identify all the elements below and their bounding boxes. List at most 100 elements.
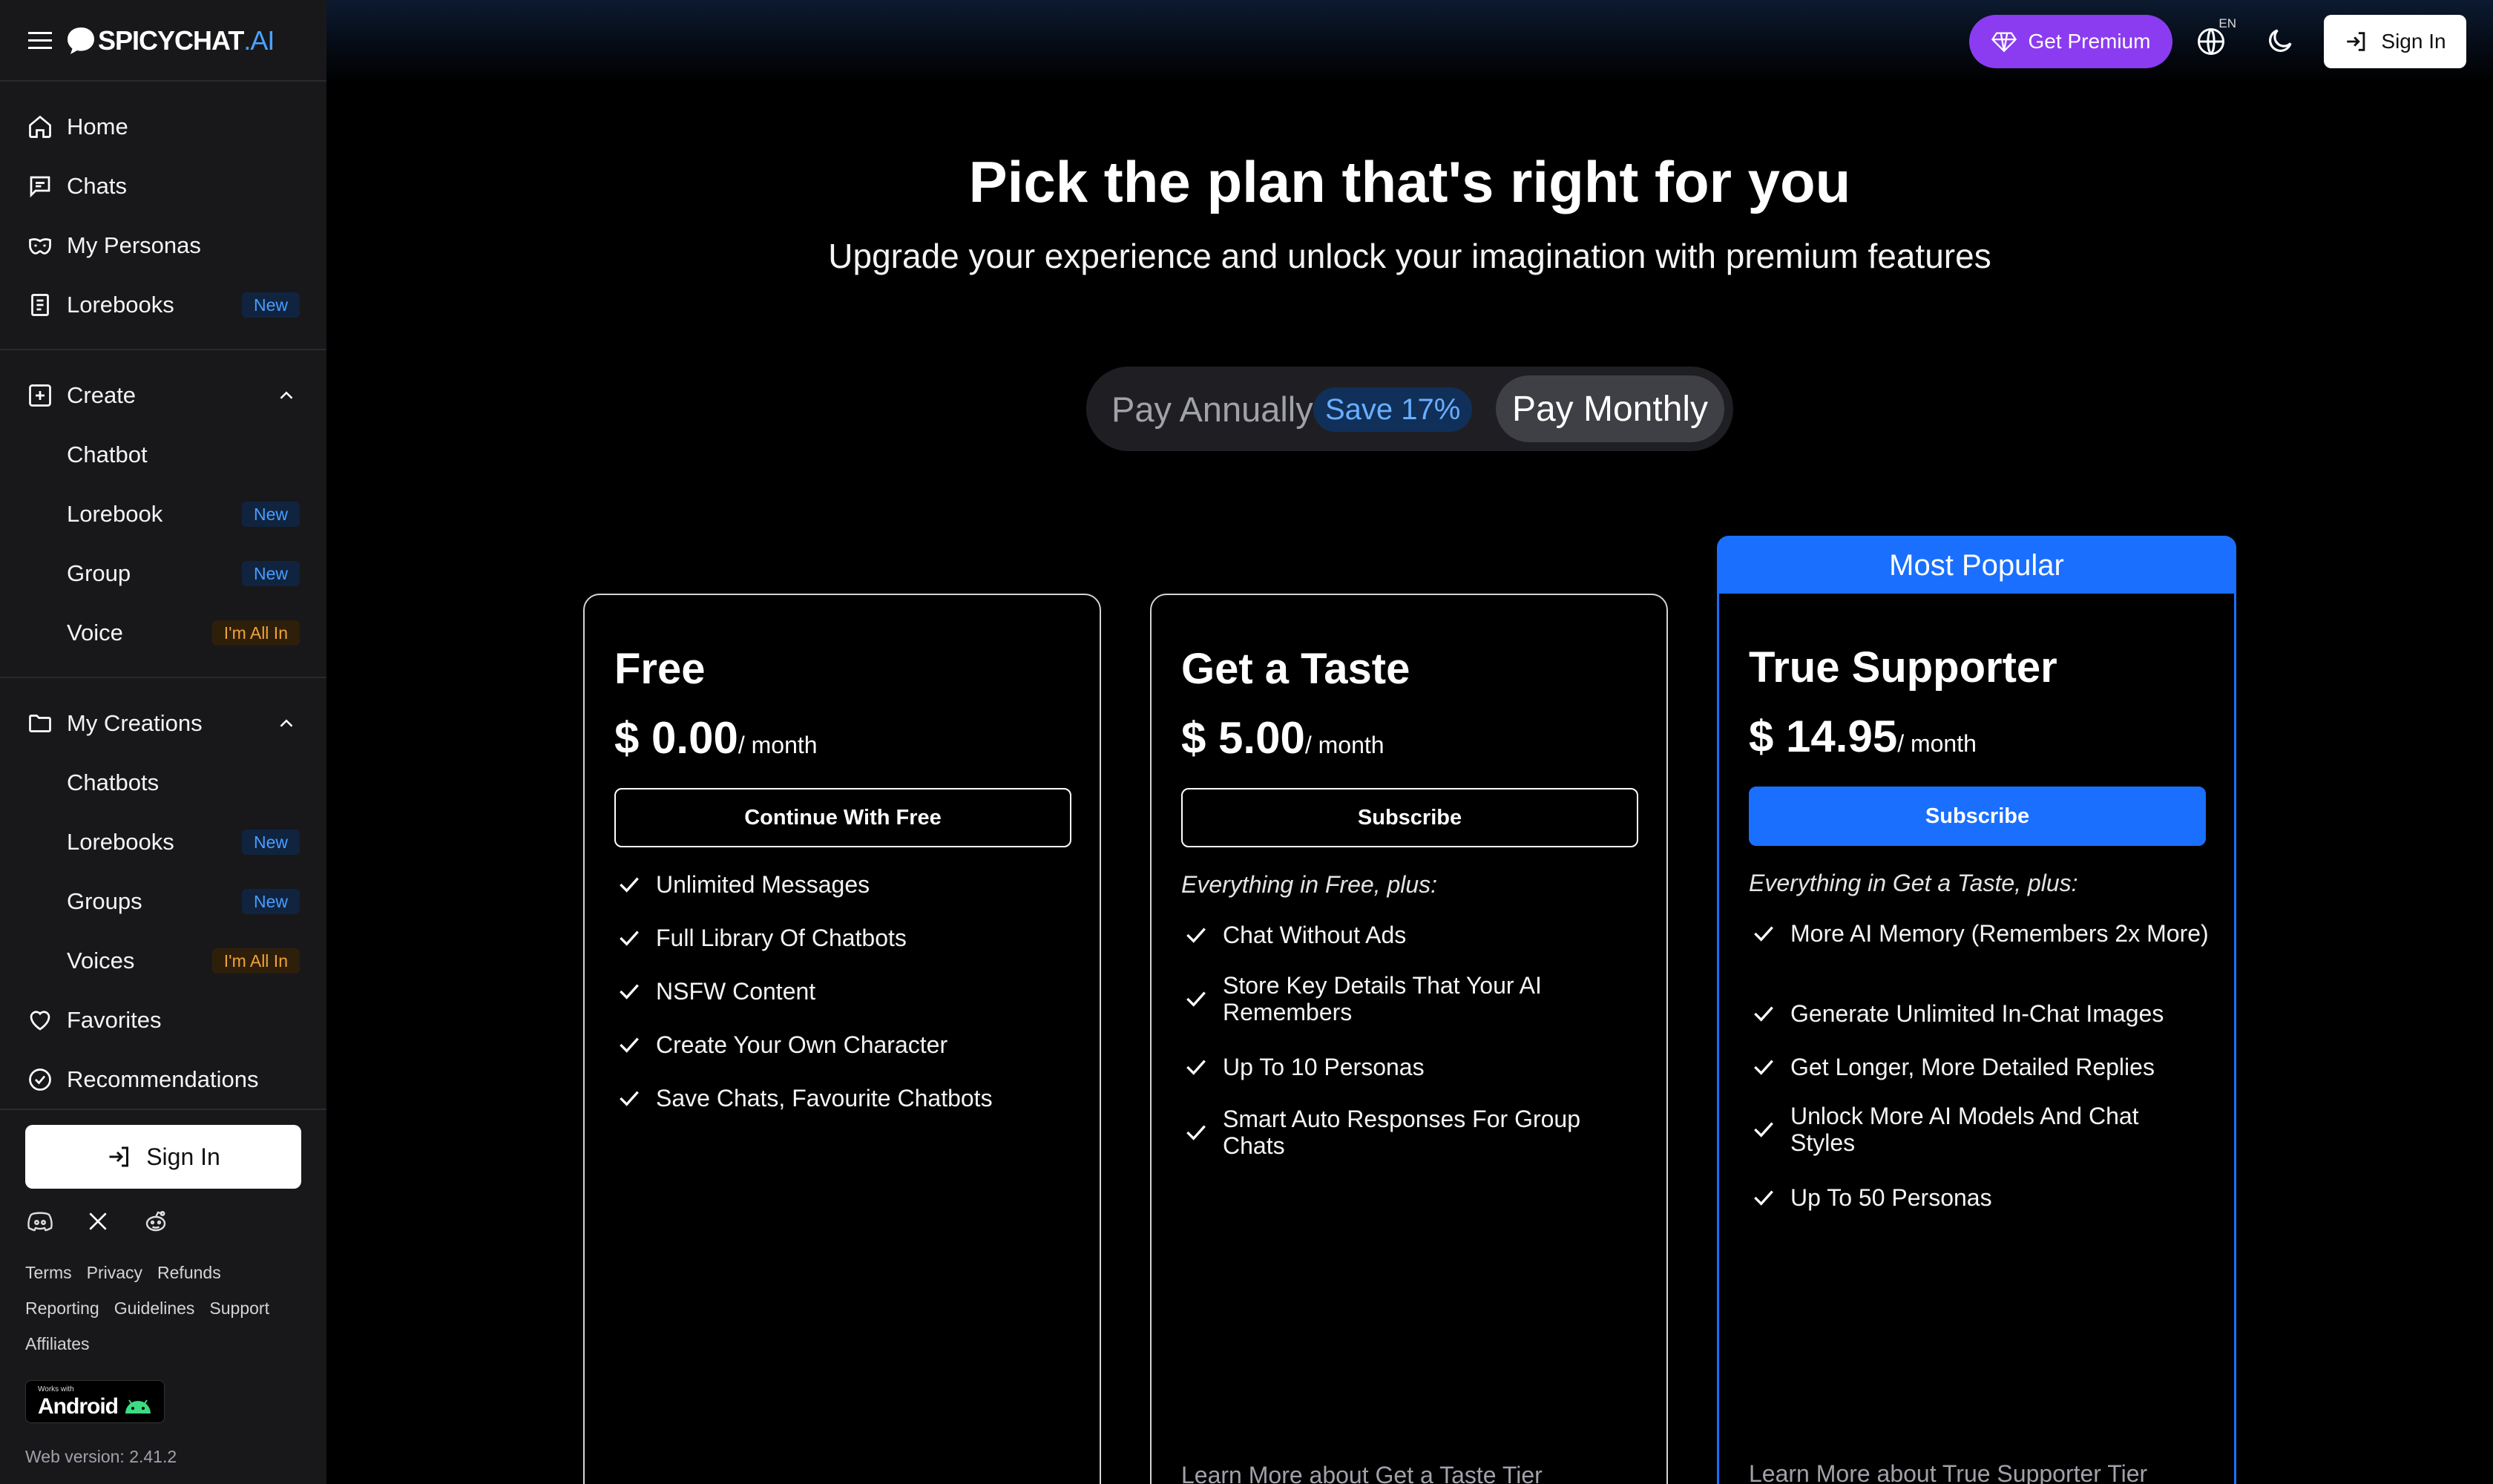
price-period: / month <box>738 732 818 758</box>
sidebar-section-create[interactable]: Create <box>0 370 326 421</box>
plan-name: True Supporter <box>1749 643 2057 692</box>
sidebar-item-chatbots[interactable]: Chatbots <box>0 757 326 809</box>
reddit-icon[interactable] <box>141 1206 171 1236</box>
theme-toggle[interactable] <box>2264 25 2299 59</box>
sidebar-item-group[interactable]: Group New <box>0 548 326 600</box>
language-selector[interactable]: EN <box>2195 16 2236 61</box>
sidebar-item-label: Favorites <box>67 1007 162 1033</box>
sidebar-section-label: My Creations <box>67 710 203 736</box>
all-in-badge: I'm All In <box>211 620 300 646</box>
sidebar-item-label: Lorebook <box>67 501 163 527</box>
menu-icon[interactable] <box>25 26 55 56</box>
sidebar-item-chats[interactable]: Chats <box>0 160 326 212</box>
sidebar-item-lorebooks[interactable]: Lorebooks New <box>0 279 326 331</box>
sidebar-item-label: Chatbot <box>67 441 148 467</box>
sidebar-item-voice[interactable]: Voice I'm All In <box>0 607 326 659</box>
x-twitter-icon[interactable] <box>83 1206 113 1236</box>
chat-bubble-logo-icon <box>68 27 94 54</box>
feature-item: Store Key Details That Your AI Remembers <box>1181 972 1641 1025</box>
header-sign-in-button[interactable]: Sign In <box>2324 15 2466 68</box>
sidebar-sign-in-button[interactable]: Sign In <box>25 1125 301 1189</box>
book-icon <box>25 290 55 320</box>
sidebar-item-personas[interactable]: My Personas <box>0 220 326 272</box>
plan-intro: Everything in Get a Taste, plus: <box>1749 870 2078 896</box>
feature-item: Unlimited Messages <box>614 870 1074 899</box>
chevron-up-icon[interactable] <box>272 709 301 738</box>
android-robot-icon <box>125 1399 151 1414</box>
brand: SPICYCHAT .AI <box>25 24 275 58</box>
check-icon <box>1186 991 1206 1007</box>
check-icon <box>1754 1190 1773 1206</box>
sidebar-item-label: Lorebooks <box>67 829 174 855</box>
new-badge: New <box>241 830 300 855</box>
plan-card-true-supporter: True Supporter $ 14.95/ month Subscribe … <box>1717 594 2236 1484</box>
sidebar-item-groups[interactable]: Groups New <box>0 876 326 928</box>
reporting-link[interactable]: Reporting <box>25 1298 99 1319</box>
sidebar-section-my-creations[interactable]: My Creations <box>0 697 326 749</box>
android-badge[interactable]: Works with Android <box>25 1380 165 1423</box>
feature-item: Up To 50 Personas <box>1749 1183 2209 1212</box>
check-icon <box>1754 1006 1773 1022</box>
feature-item: Full Library Of Chatbots <box>614 923 1074 953</box>
sidebar-item-favorites[interactable]: Favorites <box>0 994 326 1046</box>
sidebar-item-recommendations[interactable]: Recommendations <box>0 1054 326 1106</box>
check-icon <box>620 984 639 999</box>
learn-more-link[interactable]: Learn More about Get a Taste Tier <box>1181 1462 1543 1484</box>
sidebar: SPICYCHAT .AI Home Chats My Personas Lore… <box>0 0 326 1484</box>
price-amount: $ 0.00 <box>614 713 738 763</box>
feature-text: Save Chats, Favourite Chatbots <box>656 1085 993 1112</box>
privacy-link[interactable]: Privacy <box>87 1263 142 1283</box>
pay-monthly-option[interactable]: Pay Monthly <box>1496 375 1724 442</box>
feature-text: More AI Memory (Remembers 2x More) <box>1790 920 2209 947</box>
plan-intro: Everything in Free, plus: <box>1181 871 1438 898</box>
learn-more-link[interactable]: Learn More about True Supporter Tier <box>1749 1460 2147 1484</box>
subscribe-button[interactable]: Subscribe <box>1181 788 1638 847</box>
sign-in-label: Sign In <box>146 1143 220 1170</box>
plan-price: $ 0.00/ month <box>614 712 818 764</box>
logo[interactable]: SPICYCHAT .AI <box>65 25 275 56</box>
affiliates-link[interactable]: Affiliates <box>25 1334 90 1354</box>
heart-icon <box>25 1005 55 1035</box>
feature-item: Smart Auto Responses For Group Chats <box>1181 1106 1641 1159</box>
divider <box>0 349 326 350</box>
footer-links: Affiliates <box>25 1334 90 1354</box>
sidebar-item-chatbot[interactable]: Chatbot <box>0 429 326 481</box>
badge-check-icon <box>25 1065 55 1094</box>
save-badge: Save 17% <box>1313 387 1473 432</box>
feature-text: Chat Without Ads <box>1223 922 1407 948</box>
feature-text: Up To 10 Personas <box>1223 1054 1425 1080</box>
sidebar-item-label: Chats <box>67 173 127 199</box>
chevron-up-icon[interactable] <box>272 381 301 410</box>
sidebar-item-voices[interactable]: Voices I'm All In <box>0 935 326 987</box>
continue-free-button[interactable]: Continue With Free <box>614 788 1071 847</box>
refunds-link[interactable]: Refunds <box>157 1263 221 1283</box>
feature-text: Generate Unlimited In-Chat Images <box>1790 1000 2164 1027</box>
new-badge: New <box>241 292 300 318</box>
language-code: EN <box>2218 16 2236 30</box>
feature-item: Create Your Own Character <box>614 1030 1074 1060</box>
feature-item: Up To 10 Personas <box>1181 1052 1641 1082</box>
sidebar-item-lorebook[interactable]: Lorebook New <box>0 488 326 540</box>
sidebar-item-home[interactable]: Home <box>0 101 326 153</box>
sidebar-item-label: Voices <box>67 948 135 974</box>
folder-icon <box>25 709 55 738</box>
sidebar-item-label: Recommendations <box>67 1066 259 1092</box>
plan-name: Get a Taste <box>1181 645 1410 693</box>
feature-item: Save Chats, Favourite Chatbots <box>614 1083 1074 1113</box>
sidebar-item-my-lorebooks[interactable]: Lorebooks New <box>0 816 326 868</box>
web-version: Web version: 2.41.2 <box>25 1447 177 1466</box>
price-amount: $ 14.95 <box>1749 712 1898 761</box>
support-link[interactable]: Support <box>209 1298 269 1319</box>
feature-item: Chat Without Ads <box>1181 920 1641 950</box>
sidebar-item-label: Voice <box>67 620 123 646</box>
price-period: / month <box>1897 730 1977 757</box>
pay-annually-option[interactable]: Pay Annually <box>1111 367 1313 451</box>
discord-icon[interactable] <box>25 1206 55 1236</box>
get-premium-button[interactable]: Get Premium <box>1969 15 2172 68</box>
feature-text: Full Library Of Chatbots <box>656 925 907 951</box>
terms-link[interactable]: Terms <box>25 1263 72 1283</box>
guidelines-link[interactable]: Guidelines <box>114 1298 195 1319</box>
sign-in-icon <box>109 1146 129 1167</box>
subscribe-button[interactable]: Subscribe <box>1749 787 2206 846</box>
divider <box>0 80 326 82</box>
